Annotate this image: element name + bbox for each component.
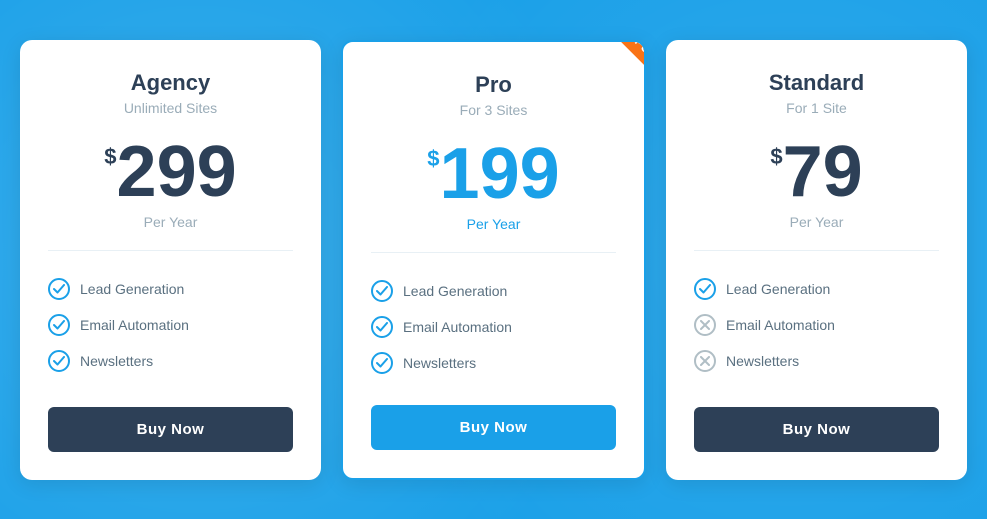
cross-icon xyxy=(694,314,716,336)
card-subtitle: Unlimited Sites xyxy=(124,100,217,116)
price-dollar-sign: $ xyxy=(427,146,439,172)
pricing-card-pro: POPULAR Pro For 3 Sites $ 199 Per Year xyxy=(341,40,646,480)
popular-ribbon: POPULAR xyxy=(564,42,644,122)
check-icon xyxy=(48,314,70,336)
check-icon xyxy=(48,278,70,300)
feature-item: Email Automation xyxy=(48,307,293,343)
feature-item: Newsletters xyxy=(694,343,939,379)
feature-item: Newsletters xyxy=(48,343,293,379)
feature-item: Lead Generation xyxy=(48,271,293,307)
price-amount: 299 xyxy=(117,136,237,208)
check-icon xyxy=(371,280,393,302)
price-period: Per Year xyxy=(144,214,198,230)
check-icon xyxy=(371,316,393,338)
feature-label: Lead Generation xyxy=(403,283,507,299)
features-list: Lead Generation Email Automation xyxy=(371,273,616,381)
divider xyxy=(48,250,293,251)
price-block: $ 199 xyxy=(427,138,559,210)
price-amount: 199 xyxy=(440,138,560,210)
card-subtitle: For 3 Sites xyxy=(460,102,528,118)
feature-item: Email Automation xyxy=(371,309,616,345)
pricing-card-agency: Agency Unlimited Sites $ 299 Per Year L xyxy=(20,40,321,480)
feature-label: Newsletters xyxy=(80,353,153,369)
divider xyxy=(371,252,616,253)
features-list: Lead Generation Email Automation xyxy=(48,271,293,383)
card-title: Agency xyxy=(131,70,210,96)
check-icon xyxy=(48,350,70,372)
feature-item: Lead Generation xyxy=(371,273,616,309)
feature-label: Email Automation xyxy=(80,317,189,333)
card-title: Standard xyxy=(769,70,864,96)
price-period: Per Year xyxy=(467,216,521,232)
buy-now-button[interactable]: Buy Now xyxy=(694,407,939,452)
feature-item: Newsletters xyxy=(371,345,616,381)
price-dollar-sign: $ xyxy=(770,144,782,170)
price-amount: 79 xyxy=(783,136,863,208)
cross-icon xyxy=(694,350,716,372)
feature-label: Email Automation xyxy=(726,317,835,333)
feature-item: Email Automation xyxy=(694,307,939,343)
pricing-card-standard: Standard For 1 Site $ 79 Per Year Lead xyxy=(666,40,967,480)
check-icon xyxy=(694,278,716,300)
feature-label: Lead Generation xyxy=(80,281,184,297)
divider xyxy=(694,250,939,251)
card-title: Pro xyxy=(475,72,512,98)
check-icon xyxy=(371,352,393,374)
feature-label: Lead Generation xyxy=(726,281,830,297)
features-list: Lead Generation Email Automation xyxy=(694,271,939,383)
feature-item: Lead Generation xyxy=(694,271,939,307)
buy-now-button[interactable]: Buy Now xyxy=(48,407,293,452)
price-block: $ 79 xyxy=(770,136,862,208)
price-block: $ 299 xyxy=(104,136,236,208)
feature-label: Newsletters xyxy=(403,355,476,371)
feature-label: Newsletters xyxy=(726,353,799,369)
feature-label: Email Automation xyxy=(403,319,512,335)
popular-ribbon-text: POPULAR xyxy=(598,42,644,96)
price-dollar-sign: $ xyxy=(104,144,116,170)
buy-now-button[interactable]: Buy Now xyxy=(371,405,616,450)
pricing-container: Agency Unlimited Sites $ 299 Per Year L xyxy=(20,40,967,480)
card-subtitle: For 1 Site xyxy=(786,100,847,116)
price-period: Per Year xyxy=(790,214,844,230)
